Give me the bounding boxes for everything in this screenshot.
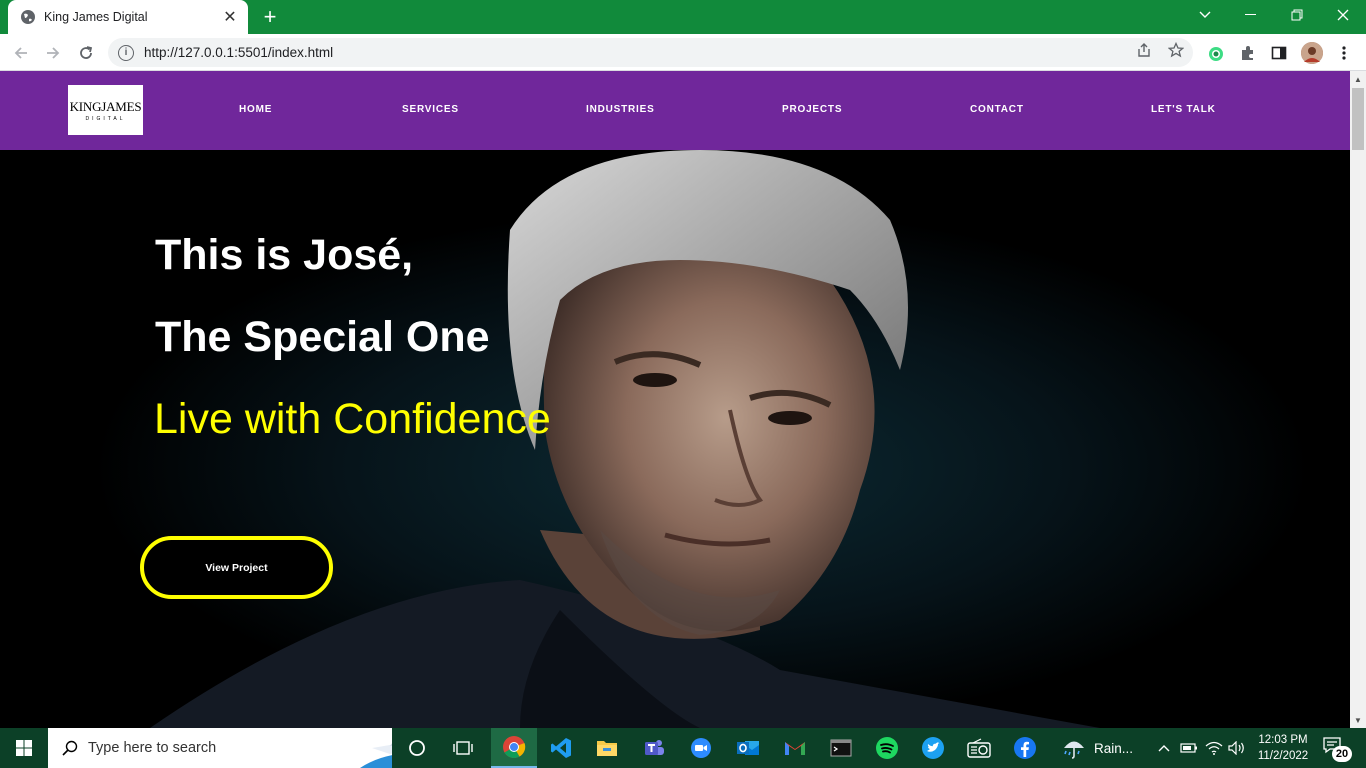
restore-button[interactable] <box>1274 0 1320 30</box>
hero-heading-line-1: This is José, <box>155 231 414 279</box>
back-icon[interactable] <box>8 40 34 66</box>
radio-icon[interactable] <box>956 728 1002 768</box>
logo-subtitle: DIGITAL <box>85 115 126 122</box>
site-navbar: KINGJAMES DIGITAL HOME SERVICES INDUSTRI… <box>0 71 1350 150</box>
site-logo[interactable]: KINGJAMES DIGITAL <box>68 85 143 135</box>
task-view-icon[interactable] <box>440 728 486 768</box>
vscode-icon[interactable] <box>538 728 584 768</box>
hero-heading-line-2: The Special One <box>155 313 490 361</box>
bookmark-star-icon[interactable] <box>1166 40 1186 60</box>
scrollbar-thumb[interactable] <box>1352 88 1364 150</box>
volume-icon[interactable] <box>1226 728 1248 768</box>
clock-time: 12:03 PM <box>1258 734 1308 746</box>
spotify-icon[interactable] <box>864 728 910 768</box>
nav-link-contact[interactable]: CONTACT <box>970 104 1024 115</box>
umbrella-rain-icon <box>1062 736 1086 760</box>
weather-widget[interactable]: Rain... <box>1062 728 1133 768</box>
more-menu-icon[interactable] <box>1333 42 1355 64</box>
notification-center-icon[interactable]: 20 <box>1322 736 1354 762</box>
windows-taskbar: Type here to search Rain... 12:03 PM 11/… <box>0 728 1366 768</box>
browser-titlebar: King James Digital ✕ + <box>0 0 1366 34</box>
globe-icon <box>20 9 36 25</box>
tab-search-icon[interactable] <box>1182 0 1228 30</box>
tab-close-button[interactable]: ✕ <box>218 5 242 29</box>
address-bar[interactable]: i http://127.0.0.1:5501/index.html <box>108 38 1193 67</box>
page-scrollbar[interactable]: ▲ ▼ <box>1350 71 1366 728</box>
windows-start-icon[interactable] <box>0 728 48 768</box>
nav-link-lets-talk[interactable]: LET'S TALK <box>1151 104 1216 115</box>
clock-date: 11/2/2022 <box>1257 750 1309 762</box>
nav-link-home[interactable]: HOME <box>239 104 272 115</box>
taskbar-clock[interactable]: 12:03 PM 11/2/2022 <box>1252 732 1314 764</box>
extension-green-icon[interactable] <box>1205 42 1227 64</box>
notification-count-badge: 20 <box>1332 746 1352 762</box>
view-project-button[interactable]: View Project <box>140 536 333 599</box>
side-panel-icon[interactable] <box>1268 42 1290 64</box>
scroll-down-icon[interactable]: ▼ <box>1354 716 1362 725</box>
tab-title: King James Digital <box>44 10 148 24</box>
show-hidden-icons-chevron-icon[interactable] <box>1154 728 1174 768</box>
url-text[interactable]: http://127.0.0.1:5501/index.html <box>144 45 333 60</box>
close-window-button[interactable] <box>1320 0 1366 30</box>
taskbar-search-box[interactable]: Type here to search <box>48 728 392 768</box>
file-explorer-icon[interactable] <box>584 728 630 768</box>
forward-icon[interactable] <box>40 40 66 66</box>
browser-tab[interactable]: King James Digital ✕ <box>8 0 248 34</box>
scroll-up-icon[interactable]: ▲ <box>1354 75 1362 84</box>
hero-tagline: Live with Confidence <box>154 395 551 443</box>
search-placeholder: Type here to search <box>88 740 217 756</box>
web-page: KINGJAMES DIGITAL HOME SERVICES INDUSTRI… <box>0 71 1350 728</box>
weather-text: Rain... <box>1094 740 1134 756</box>
site-info-icon[interactable]: i <box>118 44 134 61</box>
profile-avatar[interactable] <box>1301 42 1323 64</box>
logo-wordmark: KINGJAMES <box>69 98 142 114</box>
zoom-icon[interactable] <box>678 728 724 768</box>
wifi-icon[interactable] <box>1203 728 1225 768</box>
search-icon <box>62 740 78 761</box>
browser-toolbar: i http://127.0.0.1:5501/index.html <box>0 34 1366 71</box>
new-tab-button[interactable]: + <box>258 4 282 29</box>
battery-icon[interactable] <box>1178 728 1200 768</box>
reload-icon[interactable] <box>73 40 99 66</box>
hero-section: This is José, The Special One Live with … <box>0 150 1350 728</box>
nav-link-industries[interactable]: INDUSTRIES <box>586 104 655 115</box>
facebook-icon[interactable] <box>1002 728 1048 768</box>
gmail-icon[interactable] <box>772 728 818 768</box>
terminal-icon[interactable] <box>818 728 864 768</box>
chrome-icon[interactable] <box>491 728 537 768</box>
teams-icon[interactable] <box>631 728 677 768</box>
search-highlight-image <box>360 728 392 768</box>
cortana-icon[interactable] <box>394 728 440 768</box>
extensions-puzzle-icon[interactable] <box>1237 42 1259 64</box>
share-icon[interactable] <box>1134 40 1154 60</box>
nav-link-projects[interactable]: PROJECTS <box>782 104 842 115</box>
nav-link-services[interactable]: SERVICES <box>402 104 459 115</box>
outlook-icon[interactable] <box>725 728 771 768</box>
twitter-icon[interactable] <box>910 728 956 768</box>
minimize-button[interactable] <box>1228 0 1274 30</box>
